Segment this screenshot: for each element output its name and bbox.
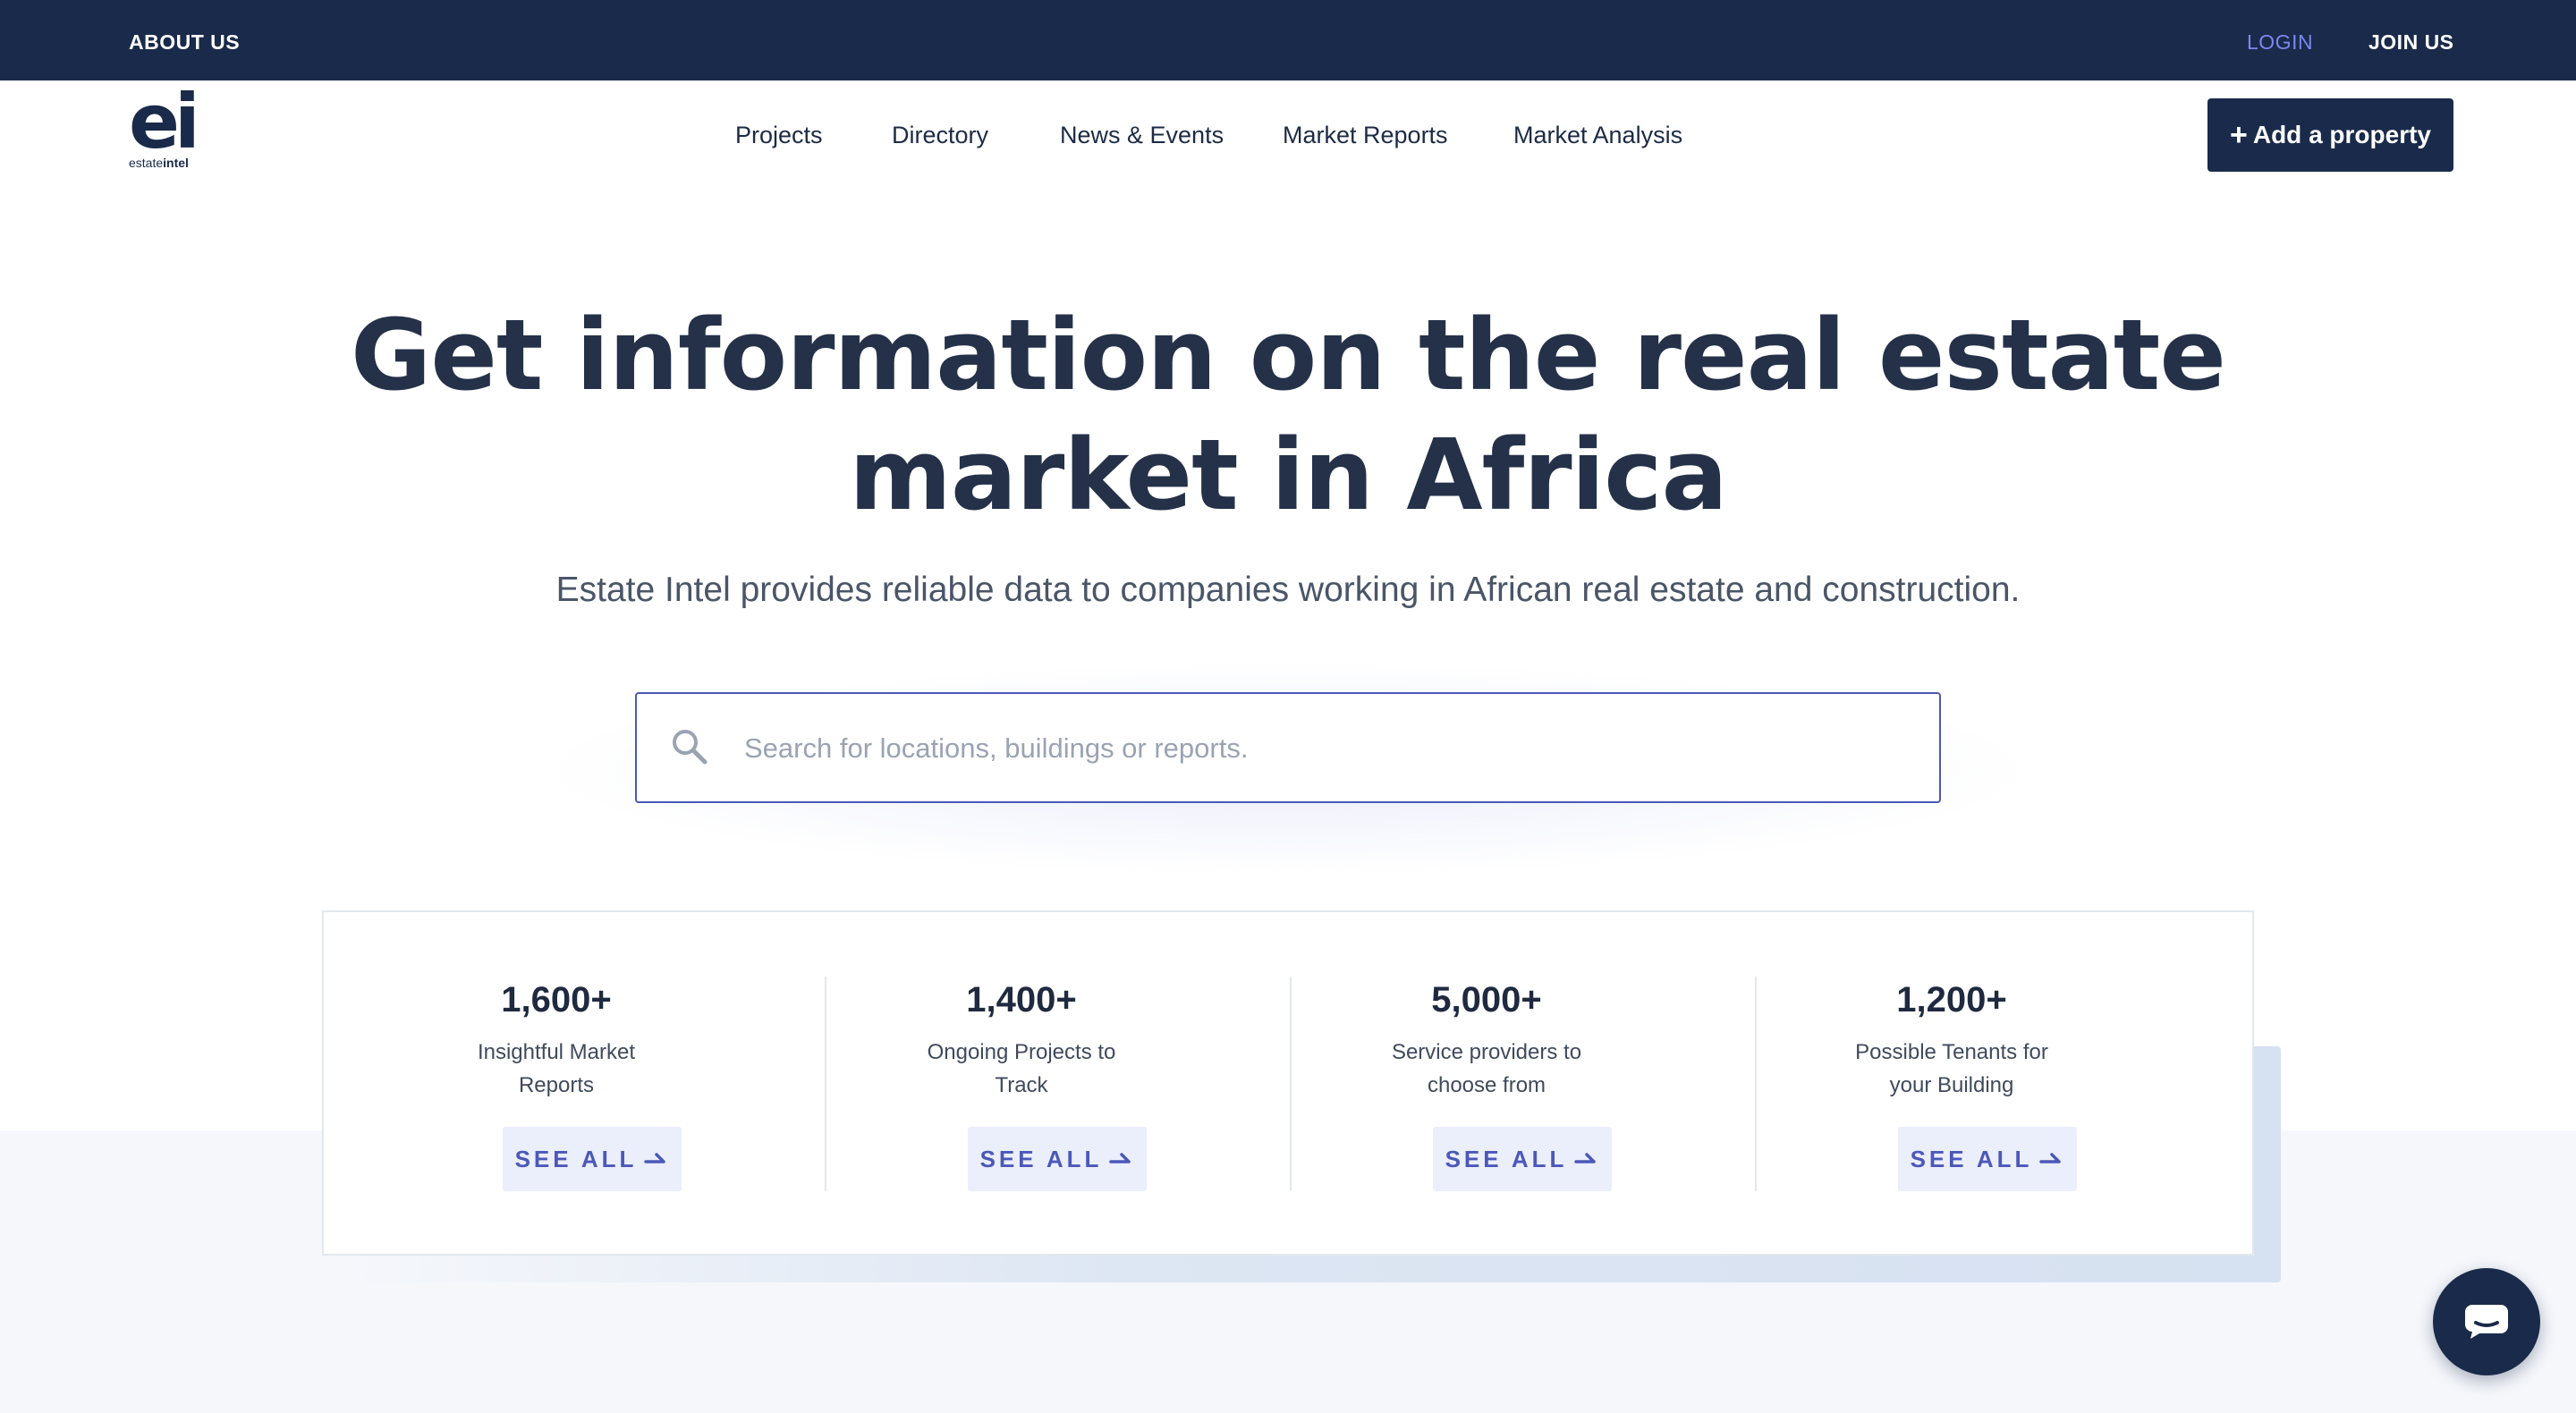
hero-title-line-2: market in Africa [849,418,1727,532]
stat-number: 1,200+ [1896,980,2007,1020]
logo-wordmark-light: estate [129,156,164,170]
stat-description: Insightful Market Reports [413,1036,699,1102]
see-all-providers-button[interactable]: SEE ALL [1433,1127,1612,1191]
add-property-label: Add a property [2252,121,2431,148]
logo-wordmark-bold: intel [163,156,189,170]
hero-title: Get information on the real estate marke… [0,295,2576,535]
stat-market-reports: 1,600+ Insightful Market Reports SEE ALL [324,912,789,1257]
stat-description-line-1: Possible Tenants for [1855,1040,2048,1064]
login-link[interactable]: LOGIN [2247,30,2313,55]
see-all-projects-button[interactable]: SEE ALL [968,1127,1147,1191]
nav-item-projects[interactable]: Projects [735,122,823,149]
nav-item-directory[interactable]: Directory [892,122,988,149]
nav-item-market-analysis[interactable]: Market Analysis [1513,122,1682,149]
stat-description-line-2: choose from [1427,1073,1546,1097]
stat-number: 1,400+ [966,980,1077,1020]
stat-description-line-1: Ongoing Projects to [927,1040,1116,1064]
stat-description-line-1: Service providers to [1391,1040,1582,1064]
arrow-icon [644,1146,669,1172]
stat-projects: 1,400+ Ongoing Projects to Track SEE ALL [789,912,1254,1257]
chat-bubble-icon [2463,1299,2510,1345]
stat-description-line-2: Reports [518,1073,595,1097]
stat-description: Possible Tenants for your Building [1809,1036,2095,1102]
stat-description: Service providers to choose from [1343,1036,1630,1102]
arrow-icon [2039,1146,2064,1172]
logo-wordmark: estateintel [129,156,189,170]
plus-icon: + [2230,117,2248,152]
search-box[interactable] [635,692,1941,803]
search-icon [669,726,710,767]
see-all-label: SEE ALL [1910,1145,2033,1172]
about-us-link[interactable]: ABOUT US [129,30,240,55]
nav-item-market-reports[interactable]: Market Reports [1283,122,1448,149]
arrow-icon [1574,1146,1599,1172]
stat-description-line-2: your Building [1889,1073,2014,1097]
see-all-label: SEE ALL [1445,1145,1568,1172]
stat-description: Ongoing Projects to Track [878,1036,1165,1102]
see-all-label: SEE ALL [514,1145,638,1172]
add-property-button[interactable]: + Add a property [2207,98,2453,172]
search-input[interactable] [744,721,1907,776]
stat-number: 1,600+ [501,980,612,1020]
stat-service-providers: 5,000+ Service providers to choose from … [1254,912,1719,1257]
stats-card: 1,600+ Insightful Market Reports SEE ALL… [322,910,2254,1256]
join-us-link[interactable]: JOIN US [2368,30,2454,55]
arrow-icon [1109,1146,1134,1172]
hero-subtitle: Estate Intel provides reliable data to c… [555,571,2021,609]
nav-item-news-events[interactable]: News & Events [1060,122,1224,149]
see-all-tenants-button[interactable]: SEE ALL [1898,1127,2077,1191]
stat-tenants: 1,200+ Possible Tenants for your Buildin… [1719,912,2184,1257]
see-all-reports-button[interactable]: SEE ALL [503,1127,682,1191]
stat-number: 5,000+ [1431,980,1542,1020]
hero-title-line-1: Get information on the real estate [351,298,2226,412]
stat-description-line-2: Track [995,1073,1048,1097]
chat-launcher-button[interactable] [2433,1268,2540,1375]
main-nav: Projects Directory News & Events Market … [0,122,2576,152]
see-all-label: SEE ALL [979,1145,1103,1172]
stat-description-line-1: Insightful Market [477,1040,636,1064]
top-bar: ABOUT US LOGIN JOIN US [0,0,2576,80]
